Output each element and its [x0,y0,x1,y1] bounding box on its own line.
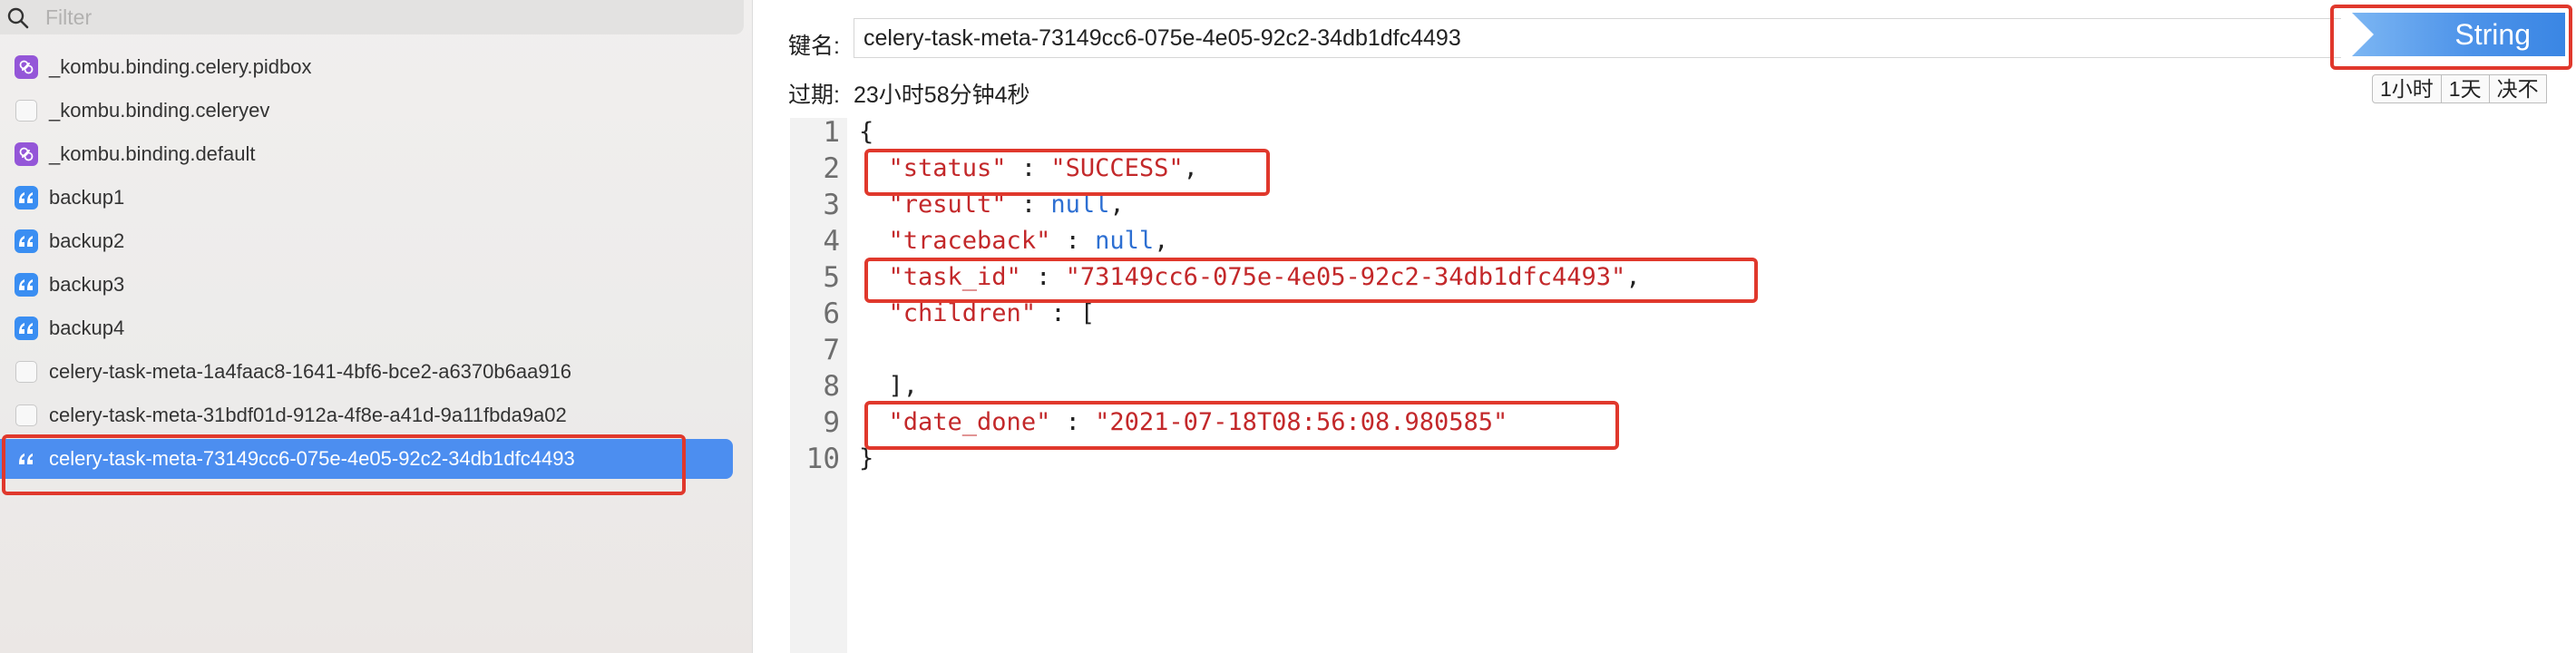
code-token-key: "traceback" [888,227,1051,255]
ttl-1-hour-button[interactable]: 1小时 [2372,74,2442,103]
code-token-pun: : [1006,154,1051,182]
key-item-label: backup4 [49,317,125,339]
key-name-label: 键名: [788,34,840,59]
code-token-key: "status" [888,154,1007,182]
code-token-pun [859,227,889,255]
ttl-1-day-button[interactable]: 1天 [2440,74,2490,103]
code-line: ], [859,372,919,408]
value-editor[interactable]: 1 2 3 4 5 6 7 8 9 10 { "status" : "SUCCESS", "res… [790,116,2576,653]
code-token-pun [859,190,889,219]
key-item[interactable]: celery-task-meta-31bdf01d-912a-4f8e-a41d… [0,395,733,435]
key-item[interactable]: _kombu.binding.celery.pidbox [0,47,733,87]
ttl-value: 23小时58分钟4秒 [854,83,1030,108]
key-item-label: _kombu.binding.default [49,142,256,165]
code-token-pun [859,408,889,436]
unknown-type-icon [15,404,37,426]
key-item[interactable]: backup3 [0,265,733,305]
search-icon [7,7,29,29]
type-badge-label: String [2454,17,2531,51]
line-number: 9 [823,406,840,439]
code-token-key: "children" [888,299,1037,327]
unknown-type-icon [15,361,37,383]
code-token-str: "SUCCESS" [1050,154,1184,182]
line-number: 3 [823,189,840,221]
line-number: 2 [823,152,840,185]
line-number: 10 [805,443,840,475]
code-line: "status" : "SUCCESS", [859,154,1198,190]
code-token-pun [859,299,889,327]
string-type-icon [15,186,38,210]
code-token-pun: : [1050,408,1096,436]
code-token-pun: ], [859,372,919,400]
code-token-str: "2021-07-18T08:56:08.980585" [1095,408,1508,436]
line-number: 1 [823,116,840,149]
key-item-label: _kombu.binding.celeryev [49,99,270,122]
code-line: } [859,444,873,481]
key-item-label: backup3 [49,273,125,296]
code-token-pun: { [859,118,874,146]
unknown-type-icon [15,100,37,122]
code-token-pun: } [859,444,874,473]
key-item-label: celery-task-meta-31bdf01d-912a-4f8e-a41d… [49,404,567,426]
code-token-pun: , [1109,190,1125,219]
line-number-gutter: 1 2 3 4 5 6 7 8 9 10 [790,116,847,653]
code-line: { [859,118,873,154]
key-item-label: _kombu.binding.celery.pidbox [49,55,312,78]
type-badge: String [2352,13,2565,56]
set-type-icon [15,55,38,79]
code-token-key: "date_done" [888,408,1051,436]
line-number: 7 [823,334,840,366]
string-type-icon [15,447,38,471]
string-type-icon [15,273,38,297]
ttl-button-group: 1小时 1天 决不 [2372,74,2547,103]
key-item[interactable]: backup4 [0,308,733,348]
key-item[interactable]: _kombu.binding.celeryev [0,91,733,131]
key-item[interactable]: celery-task-meta-1a4faac8-1641-4bf6-bce2… [0,352,733,392]
filter-box [0,0,744,34]
ttl-label: 过期: [788,83,840,108]
key-item-label: celery-task-meta-1a4faac8-1641-4bf6-bce2… [49,360,572,383]
line-number: 6 [823,297,840,330]
code-token-pun: : [1006,190,1051,219]
string-type-icon [15,229,38,253]
key-item-selected[interactable]: celery-task-meta-73149cc6-075e-4e05-92c2… [0,439,733,479]
code-token-pun: : [1050,227,1096,255]
code-line: "result" : null, [859,190,1125,227]
code-token-pun: , [1154,227,1169,255]
string-type-icon [15,317,38,340]
code-line: "children" : [ [859,299,1096,336]
line-number: 5 [823,261,840,294]
line-number: 8 [823,370,840,403]
set-type-icon [15,142,38,166]
code-token-null: null [1050,190,1110,219]
filter-input[interactable] [44,2,718,33]
code-token-pun: , [1625,263,1641,291]
code-token-key: "task_id" [888,263,1021,291]
key-item-label: celery-task-meta-73149cc6-075e-4e05-92c2… [49,447,575,470]
ttl-never-button[interactable]: 决不 [2488,74,2547,103]
code-token-pun [859,154,889,182]
key-item[interactable]: _kombu.binding.default [0,134,733,174]
key-item[interactable]: backup1 [0,178,733,218]
key-item[interactable]: backup2 [0,221,733,261]
code-line: "date_done" : "2021-07-18T08:56:08.98058… [859,408,1508,444]
code-line: "traceback" : null, [859,227,1169,263]
key-detail-pane: 键名: celery-task-meta-73149cc6-075e-4e05-… [754,0,2576,653]
key-item-label: backup1 [49,186,125,209]
code-token-key: "result" [888,190,1007,219]
code-line: "task_id" : "73149cc6-075e-4e05-92c2-34d… [859,263,1641,299]
key-name-field[interactable]: celery-task-meta-73149cc6-075e-4e05-92c2… [854,18,2341,58]
code-token-pun [859,263,889,291]
code-token-null: null [1095,227,1155,255]
key-item-label: backup2 [49,229,125,252]
code-token-pun: , [1183,154,1198,182]
key-sidebar: _kombu.binding.celery.pidbox _kombu.bind… [0,0,753,653]
code-token-pun: : [ [1036,299,1096,327]
line-number: 4 [823,225,840,258]
code-token-str: "73149cc6-075e-4e05-92c2-34db1dfc4493" [1065,263,1626,291]
code-token-pun: : [1020,263,1066,291]
